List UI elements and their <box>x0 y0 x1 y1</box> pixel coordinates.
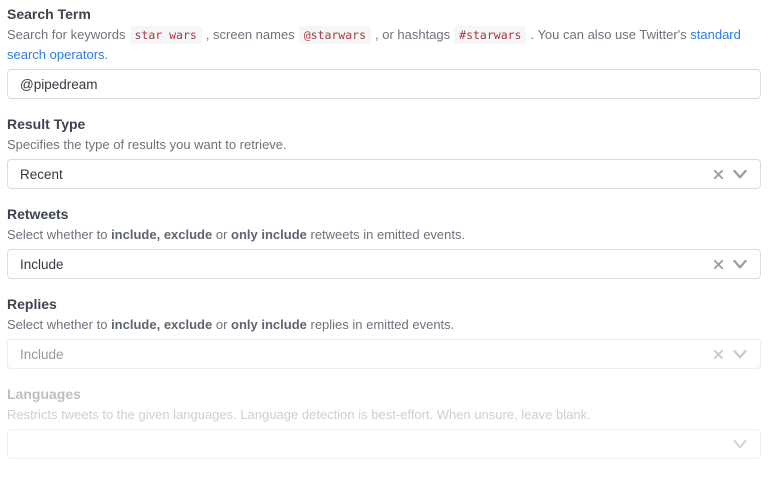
config-form: Search Term Search for keywords star wars… <box>0 0 768 459</box>
replies-select-value: Include <box>20 347 713 362</box>
x-icon[interactable] <box>713 169 724 180</box>
field-description-languages: Restricts tweets to the given languages.… <box>7 405 761 424</box>
description-bold-text: include, <box>111 227 160 242</box>
field-description-retweets: Select whether to include, exclude or on… <box>7 225 761 244</box>
field-label-languages: Languages <box>7 386 761 403</box>
description-text: or <box>212 317 231 332</box>
description-bold-text: exclude <box>164 317 212 332</box>
retweets-select[interactable]: Include <box>7 249 761 279</box>
inline-link[interactable]: search operators. <box>7 47 108 62</box>
description-text: Select whether to <box>7 227 111 242</box>
result-type-select[interactable]: Recent <box>7 159 761 189</box>
code-chip: @starwars <box>299 26 371 44</box>
select-icons <box>733 440 748 449</box>
chevron-down-icon[interactable] <box>733 260 747 269</box>
field-label-retweets: Retweets <box>7 206 761 223</box>
chevron-down-icon <box>733 440 747 449</box>
field-label-result-type: Result Type <box>7 116 761 133</box>
description-text: Restricts tweets to the given languages.… <box>7 407 591 422</box>
field-description-replies: Select whether to include, exclude or on… <box>7 315 761 334</box>
search-term-input-value: @pipedream <box>20 77 748 92</box>
x-icon[interactable] <box>713 349 724 360</box>
x-icon[interactable] <box>713 259 724 270</box>
field-label-search-term: Search Term <box>7 6 761 23</box>
chevron-down-icon[interactable] <box>733 350 747 359</box>
description-text: . You can also use Twitter's <box>530 27 690 42</box>
select-icons <box>713 259 748 270</box>
description-bold-text: only include <box>231 227 307 242</box>
description-bold-text: only include <box>231 317 307 332</box>
description-text: , or hashtags <box>375 27 450 42</box>
description-text: or <box>212 227 231 242</box>
field-languages: Languages Restricts tweets to the given … <box>7 386 761 459</box>
replies-select[interactable]: Include <box>7 339 761 369</box>
inline-link[interactable]: standard <box>690 27 741 42</box>
languages-select <box>7 429 761 459</box>
code-chip: #starwars <box>454 26 526 44</box>
description-text: Specifies the type of results you want t… <box>7 137 287 152</box>
field-retweets: Retweets Select whether to include, excl… <box>7 206 761 279</box>
select-icons <box>713 349 748 360</box>
description-text: , screen names <box>206 27 295 42</box>
chevron-down-icon[interactable] <box>733 170 747 179</box>
description-text: Select whether to <box>7 317 111 332</box>
result-type-select-value: Recent <box>20 167 713 182</box>
field-search-term: Search Term Search for keywords star wars… <box>7 6 761 99</box>
description-bold-text: exclude <box>164 227 212 242</box>
field-description-search-term: Search for keywords star wars , screen nam… <box>7 25 761 64</box>
description-text: Search for keywords <box>7 27 126 42</box>
field-result-type: Result Type Specifies the type of result… <box>7 116 761 189</box>
description-text: retweets in emitted events. <box>307 227 465 242</box>
description-bold-text: include, <box>111 317 160 332</box>
retweets-select-value: Include <box>20 257 713 272</box>
search-term-input[interactable]: @pipedream <box>7 69 761 99</box>
field-label-replies: Replies <box>7 296 761 313</box>
field-replies: Replies Select whether to include, exclu… <box>7 296 761 369</box>
select-icons <box>713 169 748 180</box>
code-chip: star wars <box>130 26 202 44</box>
description-text: replies in emitted events. <box>307 317 454 332</box>
field-description-result-type: Specifies the type of results you want t… <box>7 135 761 154</box>
